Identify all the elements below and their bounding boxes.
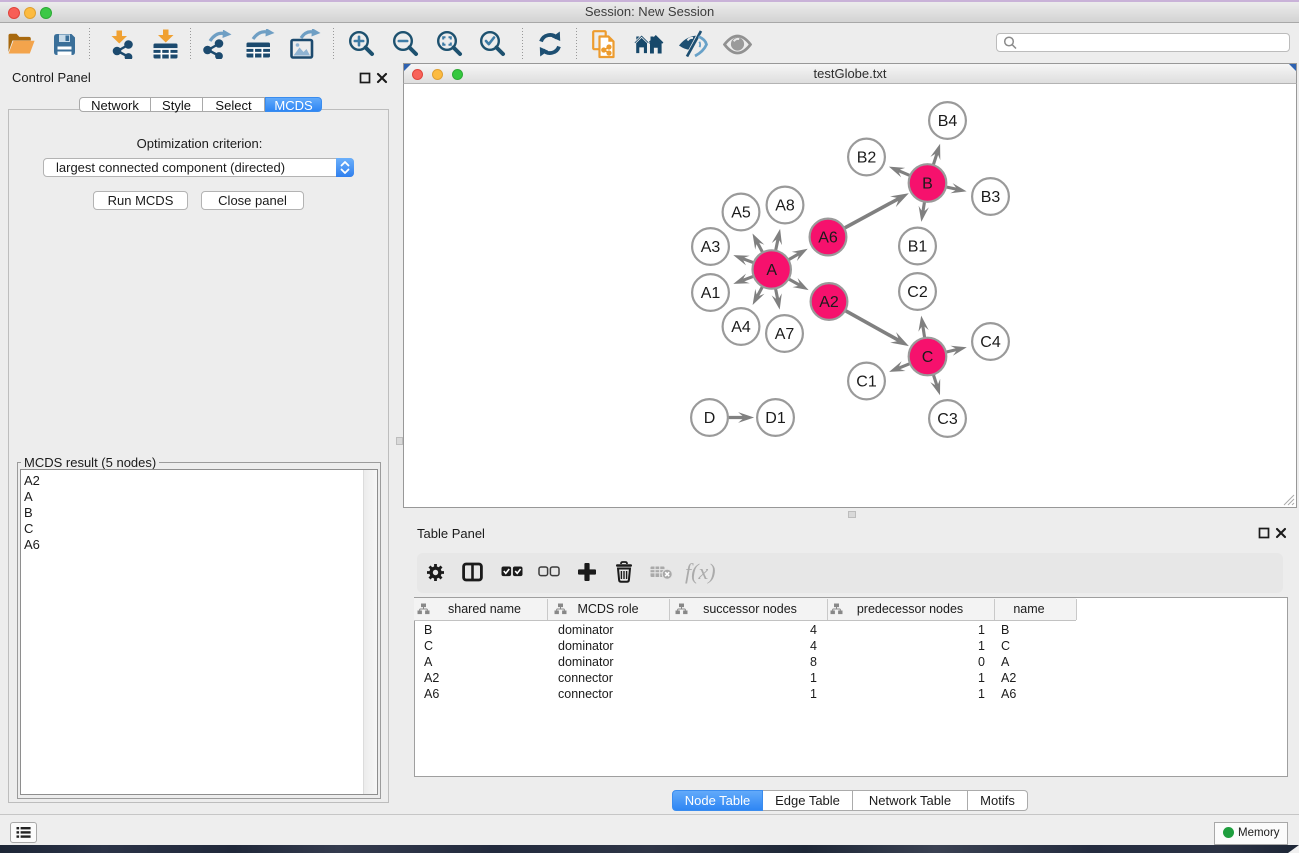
svg-text:D: D [704, 410, 716, 427]
svg-text:A1: A1 [701, 285, 721, 302]
svg-text:C4: C4 [980, 334, 1001, 351]
svg-text:A2: A2 [819, 294, 839, 311]
svg-text:A3: A3 [701, 239, 721, 256]
svg-text:D1: D1 [765, 410, 786, 427]
svg-text:C: C [922, 349, 934, 366]
svg-text:B2: B2 [857, 150, 877, 167]
svg-text:A7: A7 [775, 326, 795, 343]
svg-text:B: B [922, 176, 933, 193]
svg-text:B3: B3 [981, 189, 1001, 206]
svg-text:A8: A8 [775, 198, 795, 215]
svg-text:A5: A5 [731, 205, 751, 222]
svg-text:C3: C3 [937, 411, 958, 428]
svg-text:A4: A4 [731, 319, 751, 336]
svg-text:C1: C1 [856, 374, 877, 391]
svg-text:A: A [766, 262, 777, 279]
svg-text:A6: A6 [818, 230, 838, 247]
svg-text:B1: B1 [908, 239, 928, 256]
svg-text:B4: B4 [938, 113, 958, 130]
svg-text:C2: C2 [907, 284, 928, 301]
